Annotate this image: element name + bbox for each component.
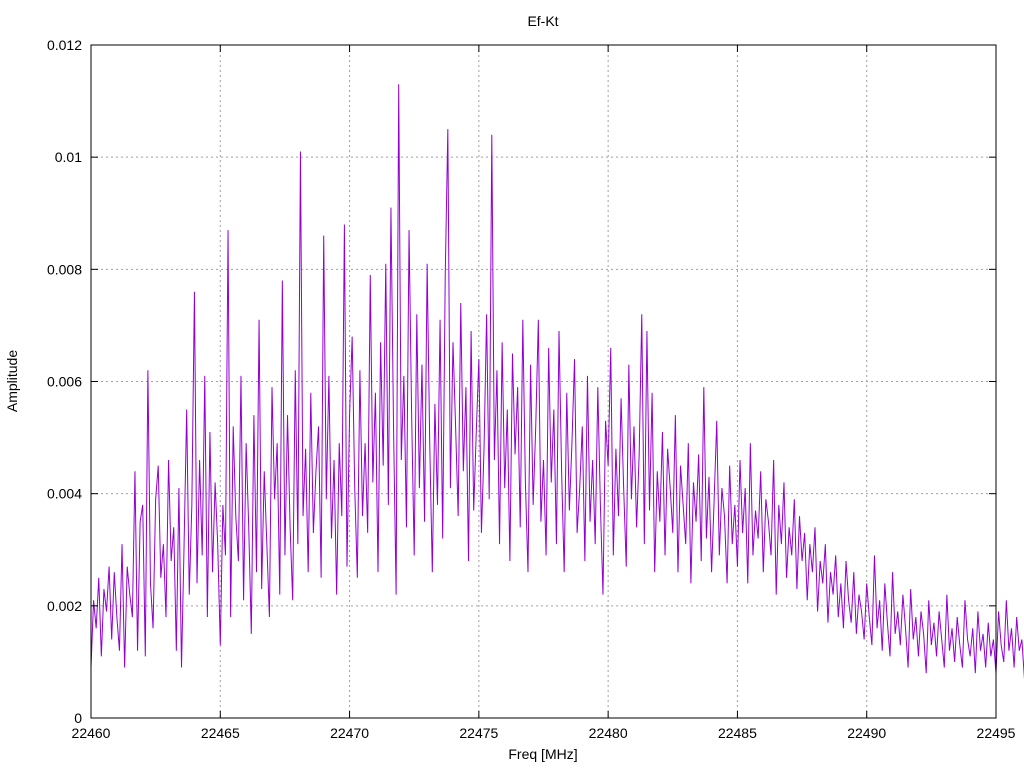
y-tick-labels: 0 0.002 0.004 0.006 0.008 0.01 0.012 — [47, 37, 82, 726]
y-tick-label: 0.01 — [55, 149, 82, 165]
x-tick-label: 22470 — [330, 725, 369, 741]
x-tick-label: 22475 — [459, 725, 498, 741]
y-tick-label: 0.002 — [47, 598, 82, 614]
x-tick-label: 22480 — [589, 725, 628, 741]
x-tick-label: 22485 — [718, 725, 757, 741]
x-axis-label: Freq [MHz] — [508, 746, 577, 762]
x-tick-label: 22465 — [201, 725, 240, 741]
y-tick-label: 0.012 — [47, 37, 82, 53]
chart-container: 22460 22465 22470 22475 22480 22485 22490 22495… — [0, 0, 1024, 768]
chart-svg: 22460 22465 22470 22475 22480 22485 22490 22495… — [4, 13, 1024, 762]
x-tick-label: 22490 — [847, 725, 886, 741]
y-axis-label: Amplitude — [4, 350, 20, 412]
y-tick-label: 0.008 — [47, 261, 82, 277]
y-tick-label: 0.004 — [47, 486, 82, 502]
y-tick-label: 0 — [74, 710, 82, 726]
x-tick-labels: 22460 22465 22470 22475 22480 22485 22490 22495 — [72, 725, 1016, 741]
y-tick-label: 0.006 — [47, 374, 82, 390]
x-tick-label: 22460 — [72, 725, 111, 741]
x-tick-label: 22495 — [977, 725, 1016, 741]
chart-title: Ef-Kt — [527, 13, 558, 29]
